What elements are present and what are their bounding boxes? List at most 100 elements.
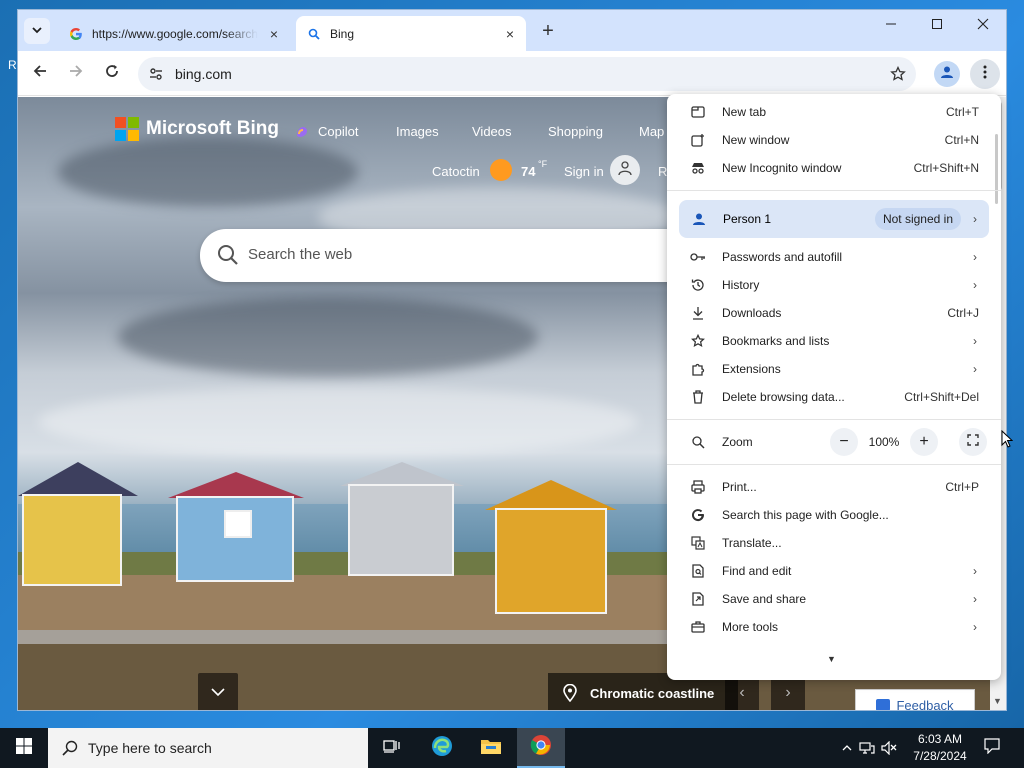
bing-logo[interactable]: Microsoft Bing	[115, 117, 279, 141]
reload-button[interactable]	[98, 59, 126, 87]
nav-shopping[interactable]: Shopping	[548, 124, 603, 139]
taskbar-search-box[interactable]: Type here to search	[48, 728, 368, 768]
rewards-link[interactable]: R	[658, 164, 667, 179]
scroll-down-button[interactable]	[198, 673, 238, 710]
close-window-button[interactable]	[960, 10, 1006, 42]
tab-google-search[interactable]: https://www.google.com/search ×	[58, 16, 290, 51]
avatar[interactable]	[610, 155, 640, 185]
chrome-menu-button[interactable]	[970, 59, 1000, 89]
tab-title: https://www.google.com/search	[92, 26, 258, 41]
edge-taskbar-button[interactable]	[418, 728, 466, 768]
menu-item-person[interactable]: Person 1 Not signed in ›	[679, 200, 989, 238]
new-tab-button[interactable]: +	[536, 19, 560, 43]
menu-item-find-and-edit[interactable]: Find and edit ›	[667, 557, 1001, 585]
menu-item-passwords-and-autofill[interactable]: Passwords and autofill ›	[667, 243, 1001, 271]
search-input: Type here to search	[88, 740, 212, 756]
trash-icon	[688, 387, 708, 407]
address-bar[interactable]: bing.com	[138, 57, 916, 91]
close-tab-button[interactable]: ×	[500, 24, 520, 44]
profile-button[interactable]	[934, 61, 960, 87]
menu-divider	[667, 190, 1001, 191]
url-text: bing.com	[175, 66, 232, 82]
search-icon	[306, 26, 322, 42]
logo-text: Microsoft Bing	[146, 118, 279, 139]
menu-item-more-tools[interactable]: More tools ›	[667, 613, 1001, 641]
site-info-icon[interactable]	[146, 64, 166, 84]
menu-item-search-with-google[interactable]: Search this page with Google...	[667, 501, 1001, 529]
menu-item-label: Person 1	[723, 212, 772, 226]
chevron-right-icon: ›	[973, 620, 977, 634]
menu-item-delete-browsing-data[interactable]: Delete browsing data... Ctrl+Shift+Del	[667, 383, 1001, 411]
windows-taskbar: Type here to search 6:03 AM 7/28/2024	[0, 728, 1024, 768]
star-icon	[688, 331, 708, 351]
chrome-taskbar-button[interactable]	[517, 728, 565, 768]
zoom-level: 100%	[868, 435, 900, 449]
start-button[interactable]	[0, 728, 48, 768]
minimize-button[interactable]	[868, 10, 914, 42]
task-view-button[interactable]	[368, 728, 416, 768]
minimize-icon	[885, 17, 897, 35]
menu-item-label: More tools	[722, 620, 779, 634]
chevron-right-icon: ›	[973, 334, 977, 348]
chrome-icon	[530, 734, 552, 761]
menu-item-zoom: Zoom	[667, 428, 827, 456]
search-icon	[216, 243, 240, 267]
chevron-down-icon	[211, 684, 225, 702]
menu-item-downloads[interactable]: Downloads Ctrl+J	[667, 299, 1001, 327]
tab-bing[interactable]: Bing ×	[296, 16, 526, 51]
menu-item-history[interactable]: History ›	[667, 271, 1001, 299]
menu-item-extensions[interactable]: Extensions ›	[667, 355, 1001, 383]
search-input[interactable]: Search the web	[248, 246, 352, 263]
file-explorer-taskbar-button[interactable]	[467, 728, 515, 768]
menu-item-print[interactable]: Print... Ctrl+P	[667, 473, 1001, 501]
scroll-down-arrow-icon[interactable]: ▼	[993, 696, 1002, 706]
weather-location[interactable]: Catoctin	[432, 164, 480, 179]
menu-scroll-down-icon[interactable]: ▼	[827, 654, 836, 664]
tab-search-button[interactable]	[24, 18, 50, 44]
menu-divider	[667, 464, 1001, 465]
nav-images[interactable]: Images	[396, 124, 439, 139]
fullscreen-button[interactable]	[959, 428, 987, 456]
menu-item-new-window[interactable]: New window Ctrl+N	[667, 126, 1001, 154]
zoom-in-button[interactable]: +	[910, 428, 938, 456]
menu-item-label: Translate...	[722, 536, 782, 550]
menu-item-label: New Incognito window	[722, 161, 842, 175]
system-clock[interactable]: 6:03 AM 7/28/2024	[908, 731, 972, 765]
close-tab-button[interactable]: ×	[264, 24, 284, 44]
bing-search-box[interactable]: Search the web	[200, 229, 720, 282]
menu-item-new-tab[interactable]: New tab Ctrl+T	[667, 98, 1001, 126]
arrow-right-icon	[68, 63, 84, 84]
menu-item-save-and-share[interactable]: Save and share ›	[667, 585, 1001, 613]
chevron-up-icon[interactable]	[838, 744, 856, 752]
menu-item-label: New tab	[722, 105, 767, 119]
nav-videos[interactable]: Videos	[472, 124, 512, 139]
menu-item-label: Downloads	[722, 306, 782, 320]
back-button[interactable]	[26, 59, 54, 87]
google-g-icon	[688, 505, 708, 525]
sign-in-link[interactable]: Sign in	[564, 164, 604, 179]
chevron-right-icon: ›	[973, 564, 977, 578]
menu-item-new-incognito-window[interactable]: New Incognito window Ctrl+Shift+N	[667, 154, 1001, 182]
chevron-right-icon: ›	[973, 278, 977, 292]
volume-muted-icon[interactable]	[878, 741, 900, 755]
reload-icon	[104, 63, 120, 84]
maximize-button[interactable]	[914, 10, 960, 42]
menu-item-translate[interactable]: Translate...	[667, 529, 1001, 557]
nav-maps[interactable]: Map	[639, 124, 664, 139]
task-view-icon	[383, 738, 401, 759]
menu-item-bookmarks-and-lists[interactable]: Bookmarks and lists ›	[667, 327, 1001, 355]
key-icon	[688, 247, 708, 267]
bookmark-star-icon[interactable]	[888, 64, 908, 84]
nav-copilot[interactable]: Copilot	[318, 124, 358, 139]
network-icon[interactable]	[856, 741, 878, 755]
menu-item-label: Delete browsing data...	[722, 390, 845, 404]
action-center-button[interactable]	[976, 728, 1008, 768]
copilot-icon	[294, 124, 310, 140]
menu-item-label: Extensions	[722, 362, 781, 376]
weather-temperature[interactable]: 74	[521, 164, 535, 179]
clock-time: 6:03 AM	[917, 732, 963, 746]
feedback-icon	[876, 699, 891, 710]
forward-button[interactable]	[62, 59, 90, 87]
zoom-out-button[interactable]: −	[830, 428, 858, 456]
feedback-button[interactable]: Feedback	[855, 689, 975, 710]
